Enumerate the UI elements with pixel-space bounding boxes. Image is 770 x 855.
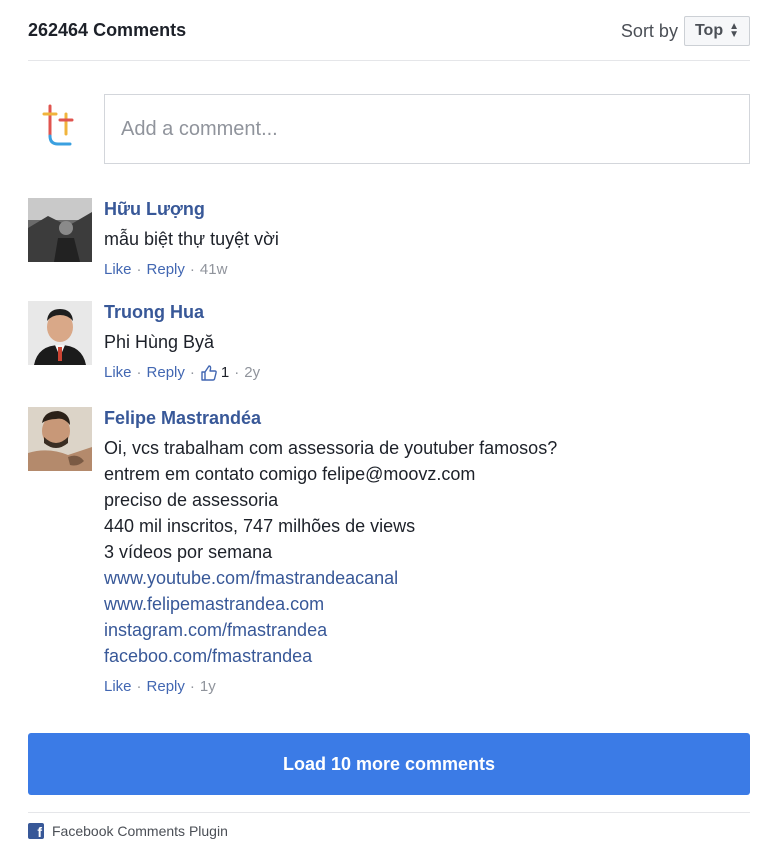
comment-line: Phi Hùng Byă	[104, 332, 215, 352]
avatar[interactable]	[28, 301, 92, 365]
comment-line: 3 vídeos por semana	[104, 542, 273, 562]
plugin-label: Facebook Comments Plugin	[52, 823, 228, 839]
comment-actions: Like · Reply · 1 · 2y	[104, 363, 750, 383]
comment-line: mẫu biệt thự tuyệt vời	[104, 229, 279, 249]
comment-count: 262464 Comments	[28, 20, 187, 40]
comment-link[interactable]: instagram.com/fmastrandea	[104, 617, 750, 643]
comment-line: preciso de assessoria	[104, 490, 279, 510]
like-link[interactable]: Like	[104, 677, 132, 697]
separator: ·	[136, 364, 142, 381]
comment-link[interactable]: www.felipemastrandea.com	[104, 591, 750, 617]
comment-author[interactable]: Hữu Lượng	[104, 198, 750, 220]
load-more-button[interactable]: Load 10 more comments	[28, 733, 750, 795]
comment-link[interactable]: www.youtube.com/fmastrandeacanal	[104, 565, 750, 591]
comment-text: Phi Hùng Byă	[104, 329, 750, 355]
separator: ·	[136, 678, 142, 695]
plugin-footer: f Facebook Comments Plugin	[28, 812, 750, 840]
like-count: 1	[220, 364, 230, 381]
separator: ·	[189, 364, 195, 381]
comment-line: Oi, vcs trabalham com assessoria de yout…	[104, 438, 558, 458]
comment-text: mẫu biệt thự tuyệt vời	[104, 226, 750, 252]
facebook-plugin-link[interactable]: f Facebook Comments Plugin	[28, 823, 750, 840]
comment-actions: Like · Reply · 41w	[104, 260, 750, 280]
comment-text: Oi, vcs trabalham com assessoria de yout…	[104, 435, 750, 669]
separator: ·	[189, 261, 195, 278]
comment-line: 440 mil inscritos, 747 milhões de views	[104, 516, 416, 536]
comment-author[interactable]: Truong Hua	[104, 301, 750, 323]
comment-input[interactable]	[105, 95, 749, 163]
user-logo-icon	[36, 100, 84, 156]
reply-link[interactable]: Reply	[147, 677, 185, 697]
separator: ·	[234, 364, 240, 381]
comment-author[interactable]: Felipe Mastrandéa	[104, 407, 750, 429]
avatar[interactable]	[28, 198, 92, 262]
sort-label: Sort by	[620, 20, 678, 41]
comment-time[interactable]: 2y	[244, 363, 260, 383]
sort-arrows-icon: ▲ ▼	[729, 21, 739, 40]
sort-select[interactable]: Top ▲ ▼	[683, 16, 750, 46]
thumbs-up-icon	[200, 364, 218, 382]
comments-header: 262464 Comments Sort by Top ▲ ▼	[28, 16, 750, 61]
like-link[interactable]: Like	[104, 260, 132, 280]
comment-composer[interactable]	[104, 94, 750, 164]
comment-time[interactable]: 1y	[200, 677, 216, 697]
reply-link[interactable]: Reply	[147, 363, 185, 383]
avatar[interactable]	[28, 407, 92, 471]
facebook-icon: f	[28, 823, 44, 840]
sort-control: Sort by Top ▲ ▼	[621, 16, 750, 46]
comment-time[interactable]: 41w	[200, 260, 228, 280]
separator: ·	[189, 678, 195, 695]
comment-line: entrem em contato comigo felipe@moovz.co…	[104, 464, 476, 484]
comment-actions: Like · Reply · 1y	[104, 677, 750, 697]
like-link[interactable]: Like	[104, 363, 132, 383]
comment-link[interactable]: faceboo.com/fmastrandea	[104, 643, 750, 669]
reply-link[interactable]: Reply	[147, 260, 185, 280]
separator: ·	[136, 261, 142, 278]
sort-value: Top	[694, 22, 724, 39]
